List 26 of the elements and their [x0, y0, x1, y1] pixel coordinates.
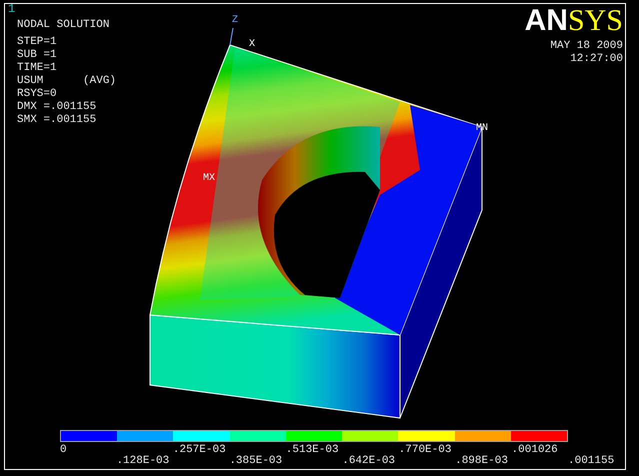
legend-tick-label: .001155	[568, 456, 614, 467]
info-line: DMX =.001155	[17, 101, 98, 114]
plot-title: NODAL SOLUTION	[17, 18, 110, 32]
legend-tick-label: .642E-03	[342, 456, 396, 467]
info-line: RSYS=0	[17, 88, 58, 101]
legend-tick-label: .128E-03	[116, 456, 170, 467]
axis-label: Z	[232, 15, 238, 26]
window-number: 1	[8, 2, 16, 16]
info-line: TIME=1	[17, 62, 58, 75]
legend-tick-label: .898E-03	[455, 456, 508, 467]
info-line: STEP=1	[17, 36, 58, 49]
legend-tick-label: .257E-03	[172, 445, 226, 456]
logo: ANSYS	[524, 6, 623, 36]
legend-tick-label: .385E-03	[229, 456, 282, 467]
plot-time: 12:27:00	[570, 53, 623, 66]
plot-date: MAY 18 2009	[550, 40, 623, 53]
max-marker-label: MX	[203, 173, 216, 184]
axis-label: X	[249, 39, 256, 50]
info-line: SUB =1	[17, 49, 58, 62]
min-marker-label: MN	[476, 123, 488, 134]
info-line: USUM (AVG)	[17, 75, 116, 88]
legend-tick-label: 0	[60, 445, 67, 456]
legend-tick-label: .770E-03	[398, 445, 452, 456]
info-line: SMX =.001155	[17, 114, 98, 127]
legend-tick-label: .001026	[512, 445, 558, 456]
legend-tick-label: .513E-03	[286, 445, 339, 456]
